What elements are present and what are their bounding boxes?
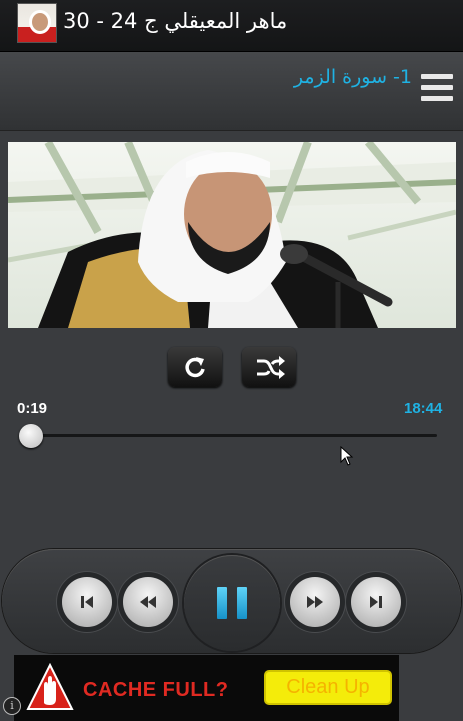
pause-button[interactable] <box>184 555 280 651</box>
pause-icon <box>217 587 247 619</box>
fast-forward-icon <box>307 596 323 608</box>
skip-previous-button[interactable] <box>62 577 112 627</box>
rewind-icon <box>140 596 156 608</box>
app-icon[interactable] <box>17 3 57 43</box>
fast-forward-button[interactable] <box>290 577 340 627</box>
shuffle-icon <box>257 356 285 379</box>
ad-clean-up-button[interactable]: Clean Up <box>264 670 392 705</box>
ad-info-icon[interactable]: i <box>3 697 21 715</box>
skip-previous-icon <box>81 596 93 608</box>
total-duration: 18:44 <box>404 400 443 417</box>
title-bar: ماهر المعيقلي ج 24 - 30 <box>0 0 463 52</box>
repeat-button[interactable] <box>168 347 222 387</box>
seek-bar[interactable] <box>30 434 437 437</box>
shuffle-button[interactable] <box>242 347 296 387</box>
track-title: 1- سورة الزمر <box>293 66 412 88</box>
reciter-photo <box>8 142 456 328</box>
ad-headline: CACHE FULL? <box>83 679 229 701</box>
stop-hand-icon <box>26 663 74 710</box>
mouse-cursor-icon <box>340 446 354 466</box>
skip-next-button[interactable] <box>351 577 401 627</box>
hamburger-menu-icon[interactable] <box>421 74 453 112</box>
repeat-icon <box>185 357 205 378</box>
elapsed-time: 0:19 <box>17 400 48 417</box>
rewind-button[interactable] <box>123 577 173 627</box>
track-header: 1- سورة الزمر <box>0 52 463 131</box>
skip-next-icon <box>370 596 382 608</box>
app-title: ماهر المعيقلي ج 24 - 30 <box>63 9 288 33</box>
seek-handle[interactable] <box>19 424 43 448</box>
ad-banner[interactable]: CACHE FULL? Clean Up <box>14 655 399 721</box>
